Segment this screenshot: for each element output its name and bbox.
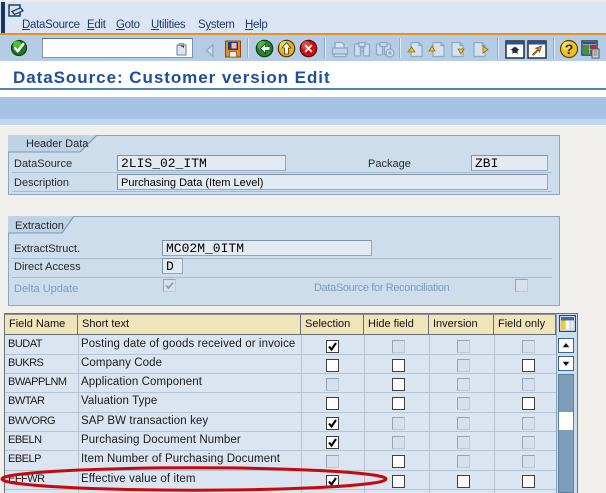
svg-text:?: ? (565, 41, 574, 57)
